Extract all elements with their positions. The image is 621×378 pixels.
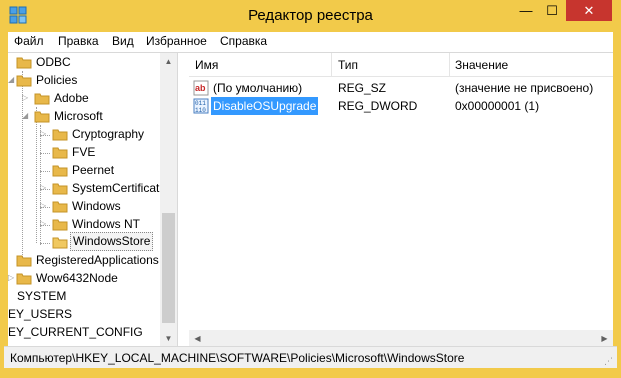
scroll-up-icon[interactable]: ▲ — [160, 53, 177, 70]
column-header-name[interactable]: Имя — [195, 58, 218, 72]
svg-text:011: 011 — [195, 100, 206, 107]
folder-icon — [52, 201, 68, 213]
resize-grip-icon[interactable]: ⋰ — [604, 356, 614, 366]
menu-help[interactable]: Справка — [220, 34, 267, 48]
title-bar[interactable]: Редактор реестра — ☐ ✕ — [0, 0, 621, 32]
column-header-type[interactable]: Тип — [338, 58, 358, 72]
scroll-right-icon[interactable]: ▶ — [596, 330, 613, 347]
registry-tree[interactable]: ODBC ◢ Policies ▷ Adobe ◢ Microsoft ▷ Cr… — [8, 53, 178, 347]
main-content: ODBC ◢ Policies ▷ Adobe ◢ Microsoft ▷ Cr… — [8, 52, 613, 347]
registry-editor-window: Редактор реестра — ☐ ✕ Файл Правка Вид И… — [0, 0, 621, 378]
folder-icon — [52, 147, 68, 159]
folder-icon — [34, 111, 50, 123]
scrollbar-thumb[interactable] — [162, 213, 175, 323]
column-header-value[interactable]: Значение — [455, 58, 508, 72]
collapse-icon[interactable]: ◢ — [22, 107, 32, 125]
svg-text:110: 110 — [195, 107, 206, 114]
menu-bar: Файл Правка Вид Избранное Справка — [8, 32, 613, 52]
expand-icon[interactable]: ▷ — [40, 179, 50, 197]
folder-icon — [34, 93, 50, 105]
list-horizontal-scrollbar[interactable]: ◀ ▶ — [189, 330, 613, 347]
open-folder-icon — [52, 237, 68, 249]
expand-icon[interactable]: ▷ — [40, 125, 50, 143]
dword-value-icon: 011 110 — [193, 98, 209, 114]
expand-icon[interactable]: ▷ — [22, 89, 32, 107]
tree-vertical-scrollbar[interactable]: ▲ ▼ — [160, 53, 177, 347]
folder-icon — [16, 57, 32, 69]
scroll-left-icon[interactable]: ◀ — [189, 330, 206, 347]
folder-icon — [52, 183, 68, 195]
string-value-icon: ab — [193, 80, 209, 96]
menu-favorites[interactable]: Избранное — [146, 34, 207, 48]
list-row-default[interactable]: ab (По умолчанию) REG_SZ (значение не пр… — [189, 79, 613, 97]
maximize-button[interactable]: ☐ — [539, 0, 565, 21]
expand-icon[interactable]: ▷ — [40, 197, 50, 215]
menu-view[interactable]: Вид — [112, 34, 134, 48]
list-header: Имя Тип Значение — [189, 53, 613, 77]
folder-icon — [52, 165, 68, 177]
close-button[interactable]: ✕ — [566, 0, 612, 21]
current-key-path: Компьютер\HKEY_LOCAL_MACHINE\SOFTWARE\Po… — [10, 351, 465, 365]
menu-edit[interactable]: Правка — [58, 34, 99, 48]
folder-icon — [16, 75, 32, 87]
scroll-down-icon[interactable]: ▼ — [160, 330, 177, 347]
folder-icon — [16, 273, 32, 285]
menu-file[interactable]: Файл — [14, 34, 44, 48]
folder-icon — [52, 219, 68, 231]
minimize-button[interactable]: — — [513, 0, 539, 21]
folder-icon — [52, 129, 68, 141]
svg-text:ab: ab — [195, 83, 206, 93]
expand-icon[interactable]: ▷ — [40, 215, 50, 233]
folder-icon — [16, 255, 32, 267]
status-bar: Компьютер\HKEY_LOCAL_MACHINE\SOFTWARE\Po… — [4, 346, 617, 368]
values-list[interactable]: Имя Тип Значение ab (По умолчанию) REG_S… — [189, 53, 613, 347]
list-row-disableosupgrade[interactable]: 011 110 DisableOSUpgrade REG_DWORD 0x000… — [189, 97, 613, 115]
